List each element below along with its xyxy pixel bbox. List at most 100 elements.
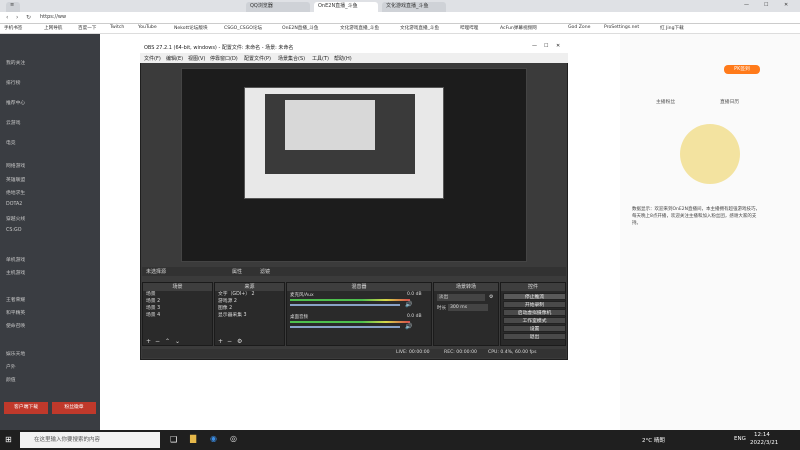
file-explorer-icon[interactable]: ▇ [190, 434, 196, 443]
menu-edit[interactable]: 编辑(E) [166, 55, 183, 62]
bookmark[interactable]: AcFun弹幕视频网 [500, 25, 537, 31]
bookmark[interactable]: OnE2N直播_斗鱼 [282, 25, 318, 31]
filters-button[interactable]: 滤镜 [260, 268, 270, 275]
bookmark[interactable]: 手机书签 [4, 25, 22, 31]
menu-tools[interactable]: 工具(T) [312, 55, 329, 62]
forward-icon[interactable]: › [16, 14, 18, 21]
maximize-icon[interactable]: ☐ [760, 2, 776, 12]
sidebar-item[interactable]: 云游戏 [6, 119, 20, 126]
source-settings-icon[interactable]: ⚙ [237, 338, 242, 345]
source-item[interactable]: 文字（GDI+） 2 [215, 291, 284, 298]
clock-time[interactable]: 12:14 [754, 432, 770, 438]
bookmark[interactable]: God Zone [568, 25, 590, 30]
add-source-icon[interactable]: + [218, 338, 223, 345]
menu-view[interactable]: 视图(V) [188, 55, 205, 62]
maximize-icon[interactable]: ☐ [544, 43, 548, 49]
sidebar-item[interactable]: 王者荣耀 [6, 296, 25, 303]
bookmark[interactable]: 文化游戏直播_斗鱼 [400, 25, 439, 31]
bookmark[interactable]: 百度一下 [78, 25, 96, 31]
gear-icon[interactable]: ⚙ [489, 294, 493, 300]
menu-profile[interactable]: 配置文件(P) [244, 55, 271, 62]
weather-widget[interactable]: 2°C 晴朗 [642, 436, 665, 444]
sidebar-item[interactable]: 颜值 [6, 376, 16, 383]
transition-select[interactable]: 淡出 [437, 294, 485, 301]
move-down-icon[interactable]: ⌄ [175, 338, 180, 345]
download-client-button[interactable]: 客户端下载 [4, 402, 48, 414]
obs-taskbar-icon[interactable]: ◎ [230, 434, 237, 443]
back-icon[interactable]: ‹ [6, 14, 8, 21]
close-icon[interactable]: ✕ [556, 43, 560, 49]
menu-docks[interactable]: 停靠窗口(D) [210, 55, 238, 62]
add-scene-icon[interactable]: + [146, 338, 151, 345]
start-recording-button[interactable]: 开始录制 [503, 301, 566, 308]
speaker-icon[interactable]: 🔊 [405, 323, 412, 330]
sidebar-item[interactable]: 穿越火线 [6, 215, 25, 222]
volume-slider[interactable] [290, 304, 400, 306]
sidebar-item[interactable]: 使命召唤 [6, 322, 25, 329]
bookmark[interactable]: 上网导航 [44, 25, 62, 31]
tab-calendar[interactable]: 直播日历 [720, 98, 739, 105]
sidebar-item[interactable]: 电竞 [6, 139, 16, 146]
minimize-icon[interactable]: — [532, 43, 537, 49]
sidebar-item[interactable]: 排行榜 [6, 79, 20, 86]
sidebar-item[interactable]: 推荐中心 [6, 99, 25, 106]
minimize-icon[interactable]: — [740, 2, 756, 12]
bookmark[interactable]: 红 Jing下载 [660, 25, 684, 31]
bookmark[interactable]: YouTube [138, 25, 157, 30]
scene-item[interactable]: 场景 3 [143, 305, 212, 312]
move-up-icon[interactable]: ⌃ [165, 338, 170, 345]
url-field[interactable]: https://ww [40, 14, 66, 20]
sidebar-item[interactable]: 网络游戏 [6, 162, 25, 169]
input-language[interactable]: ENG [734, 436, 746, 442]
browser-menu-icon[interactable]: ≡ [6, 2, 20, 12]
remove-source-icon[interactable]: − [227, 338, 232, 345]
duration-input[interactable]: 300 ms [448, 304, 488, 311]
obs-preview[interactable] [181, 68, 527, 262]
fan-badge-button[interactable]: 粉丝徽章 [52, 402, 96, 414]
studio-mode-button[interactable]: 工作室模式 [503, 317, 566, 324]
sidebar-item[interactable]: 娱乐天地 [6, 350, 25, 357]
sidebar-item[interactable]: 绝地求生 [6, 189, 25, 196]
sidebar-item[interactable]: 主机游戏 [6, 269, 25, 276]
properties-button[interactable]: 属性 [232, 268, 242, 275]
menu-file[interactable]: 文件(F) [144, 55, 161, 62]
source-item[interactable]: 显示器采集 3 [215, 312, 284, 319]
sidebar-item[interactable]: CS:GO [6, 228, 22, 233]
close-icon[interactable]: ✕ [780, 2, 796, 12]
scene-item[interactable]: 场景 2 [143, 298, 212, 305]
volume-slider[interactable] [290, 326, 400, 328]
bookmark[interactable]: 哔哩哔哩 [460, 25, 478, 31]
source-item[interactable]: 图像 2 [215, 305, 284, 312]
scene-item[interactable]: 场景 4 [143, 312, 212, 319]
browser-tab[interactable]: QQ浏览器 [246, 2, 310, 12]
bookmark[interactable]: Nekott论坛版块 [174, 25, 208, 31]
reload-icon[interactable]: ↻ [26, 14, 31, 21]
bookmark[interactable]: Twitch [110, 25, 124, 30]
source-item[interactable]: 游戏源 2 [215, 298, 284, 305]
stop-streaming-button[interactable]: 停止推流 [503, 293, 566, 300]
speaker-icon[interactable]: 🔊 [405, 301, 412, 308]
windows-start-icon[interactable]: ⊞ [5, 435, 12, 444]
exit-button[interactable]: 退出 [503, 333, 566, 340]
tab-fans[interactable]: 主播粉丝 [656, 98, 675, 105]
bookmark[interactable]: 文化游戏直播_斗鱼 [340, 25, 379, 31]
sidebar-item[interactable]: 和平精英 [6, 309, 25, 316]
menu-scene-collection[interactable]: 场景集合(S) [278, 55, 305, 62]
browser-tab[interactable]: 文化游戏直播_斗鱼 [382, 2, 446, 12]
sidebar-item[interactable]: DOTA2 [6, 202, 22, 207]
pk-button[interactable]: PK签到 [724, 65, 760, 74]
settings-button[interactable]: 设置 [503, 325, 566, 332]
menu-help[interactable]: 帮助(H) [334, 55, 352, 62]
sidebar-item[interactable]: 户外 [6, 363, 16, 370]
scene-item[interactable]: 场景 [143, 291, 212, 298]
remove-scene-icon[interactable]: − [155, 338, 160, 345]
sidebar-item[interactable]: 我的关注 [6, 59, 25, 66]
taskbar-search[interactable]: 在这里输入你要搜索的内容 [20, 432, 160, 448]
virtual-camera-button[interactable]: 启动虚拟摄像机 [503, 309, 566, 316]
sidebar-item[interactable]: 单机游戏 [6, 256, 25, 263]
task-view-icon[interactable]: ❑ [170, 435, 177, 444]
sidebar-item[interactable]: 英雄联盟 [6, 176, 25, 183]
bookmark[interactable]: ProSettings.net [604, 25, 639, 30]
bookmark[interactable]: CSGO_CSGO论坛 [224, 25, 262, 31]
browser-tab-active[interactable]: OnE2N直播_斗鱼 [314, 2, 378, 12]
